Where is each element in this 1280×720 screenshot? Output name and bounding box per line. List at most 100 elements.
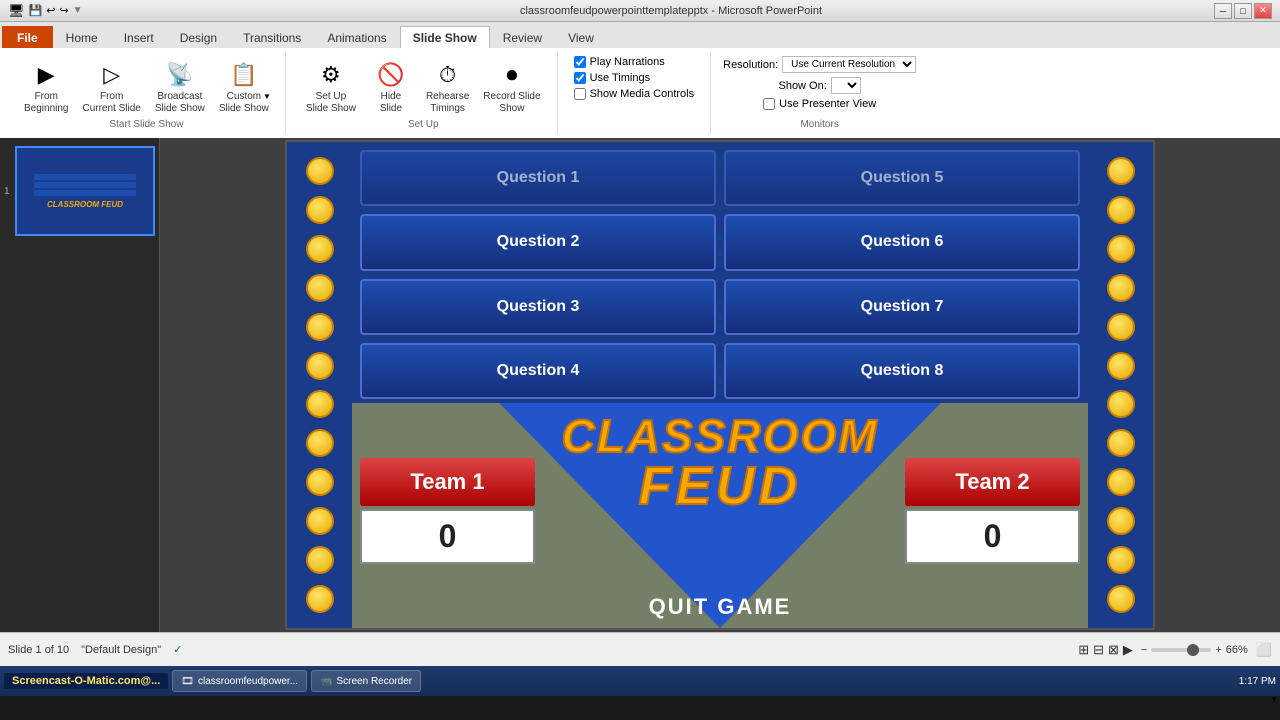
- dot: [306, 390, 334, 418]
- zoom-slider[interactable]: [1151, 648, 1211, 652]
- powerpoint-icon: 🎞: [181, 676, 194, 687]
- screencast-button[interactable]: Screencast-O-Matic.com@...: [4, 673, 168, 689]
- dot: [1107, 585, 1135, 613]
- slide-panel: Question 1 Question 5 Question 2 Questio…: [160, 138, 1280, 632]
- tab-transitions[interactable]: Transitions: [230, 26, 314, 48]
- slide-thumbnail-1[interactable]: CLASSROOM FEUD: [15, 146, 155, 236]
- slideshow-view-icon[interactable]: ▶: [1123, 642, 1133, 658]
- classroom-text: CLASSROOM: [562, 413, 879, 459]
- from-current-icon: ▷: [96, 59, 128, 91]
- resolution-label: Resolution:: [723, 59, 778, 71]
- custom-label: CustomSlide Show: [219, 91, 269, 115]
- setup-slideshow-button[interactable]: ⚙ Set UpSlide Show: [302, 57, 360, 117]
- powerpoint-taskbar-item[interactable]: 🎞 classroomfeudpower...: [172, 670, 307, 692]
- dot: [306, 468, 334, 496]
- normal-view-icon[interactable]: ⊞: [1078, 642, 1089, 658]
- tab-slideshow[interactable]: Slide Show: [400, 26, 490, 48]
- dot: [1107, 390, 1135, 418]
- from-current-label: FromCurrent Slide: [82, 91, 140, 115]
- from-beginning-button[interactable]: ▶ FromBeginning: [20, 57, 72, 117]
- from-beginning-icon: ▶: [30, 59, 62, 91]
- question-3-button[interactable]: Question 3: [360, 279, 716, 335]
- restore-button[interactable]: □: [1234, 3, 1252, 19]
- question-4-button[interactable]: Question 4: [360, 343, 716, 399]
- zoom-control: − + 66%: [1141, 644, 1248, 656]
- close-button[interactable]: ✕: [1254, 3, 1272, 19]
- dot: [306, 157, 334, 185]
- screen-recorder-taskbar-item[interactable]: 📹 Screen Recorder: [311, 670, 421, 692]
- zoom-plus-button[interactable]: +: [1215, 644, 1221, 656]
- ribbon-checkboxes: Play Narrations Use Timings Show Media C…: [562, 52, 707, 104]
- title-bar: 🖥 💾 ↩ ↪ ▼ classroomfeudpowerpointtemplat…: [0, 0, 1280, 22]
- use-timings-checkbox[interactable]: [574, 72, 586, 84]
- broadcast-label: BroadcastSlide Show: [155, 91, 205, 115]
- fit-slide-button[interactable]: ⬜: [1256, 642, 1272, 658]
- dot: [306, 196, 334, 224]
- dots-left: [287, 142, 352, 628]
- rehearse-timings-button[interactable]: ⏱ RehearseTimings: [422, 57, 473, 117]
- start-slideshow-group-label: Start Slide Show: [109, 117, 183, 130]
- question-7-button[interactable]: Question 7: [724, 279, 1080, 335]
- dot: [1107, 235, 1135, 263]
- ribbon-group-start-slideshow: ▶ FromBeginning ▷ FromCurrent Slide 📡 Br…: [8, 52, 286, 134]
- zoom-minus-button[interactable]: −: [1141, 644, 1147, 656]
- tab-animations[interactable]: Animations: [314, 26, 399, 48]
- tab-design[interactable]: Design: [167, 26, 230, 48]
- question-6-button[interactable]: Question 6: [724, 214, 1080, 270]
- questions-area: Question 1 Question 5 Question 2 Questio…: [352, 142, 1088, 407]
- qa-redo[interactable]: ↪: [59, 4, 68, 17]
- slide-info: Slide 1 of 10: [8, 644, 69, 656]
- game-area: CLASSROOM FEUD Team 1 Team 2 0 0 QUIT GA…: [352, 403, 1088, 628]
- dot: [306, 274, 334, 302]
- dot: [306, 507, 334, 535]
- slide-sorter-icon[interactable]: ⊟: [1093, 642, 1104, 658]
- classroom-feud-title: CLASSROOM FEUD: [562, 413, 879, 513]
- custom-slideshow-button[interactable]: 📋 CustomSlide Show ▼: [215, 57, 273, 117]
- team1-button[interactable]: Team 1: [360, 458, 535, 506]
- resolution-select[interactable]: Use Current Resolution: [782, 56, 916, 73]
- question-5-button[interactable]: Question 5: [724, 150, 1080, 206]
- dot: [306, 546, 334, 574]
- tab-home[interactable]: Home: [53, 26, 111, 48]
- rehearse-label: RehearseTimings: [426, 91, 469, 115]
- show-media-controls-checkbox[interactable]: [574, 88, 586, 100]
- qa-save[interactable]: 💾: [29, 4, 43, 17]
- play-narrations-label: Play Narrations: [590, 56, 665, 68]
- reading-view-icon[interactable]: ⊠: [1108, 642, 1119, 658]
- dot: [1107, 352, 1135, 380]
- show-on-select[interactable]: [831, 77, 861, 94]
- play-narrations-checkbox[interactable]: [574, 56, 586, 68]
- question-8-button[interactable]: Question 8: [724, 343, 1080, 399]
- use-presenter-view-checkbox[interactable]: [763, 98, 775, 110]
- setup-label: Set UpSlide Show: [306, 91, 356, 115]
- ribbon-tabs: File Home Insert Design Transitions Anim…: [0, 22, 1280, 48]
- team2-button[interactable]: Team 2: [905, 458, 1080, 506]
- dot: [1107, 546, 1135, 574]
- hide-label: HideSlide: [380, 91, 402, 115]
- ribbon-group-setup: ⚙ Set UpSlide Show 🚫 HideSlide ⏱ Rehears…: [290, 52, 558, 134]
- minimize-button[interactable]: ─: [1214, 3, 1232, 19]
- dot: [1107, 429, 1135, 457]
- use-presenter-view-label: Use Presenter View: [779, 98, 876, 110]
- status-bar: Slide 1 of 10 "Default Design" ✓ ⊞ ⊟ ⊠ ▶…: [0, 632, 1280, 666]
- tab-file[interactable]: File: [2, 26, 53, 48]
- ribbon-content: ▶ FromBeginning ▷ FromCurrent Slide 📡 Br…: [0, 48, 1280, 138]
- tab-view[interactable]: View: [555, 26, 607, 48]
- qa-undo[interactable]: ↩: [46, 4, 55, 17]
- tab-insert[interactable]: Insert: [111, 26, 167, 48]
- dot: [306, 585, 334, 613]
- question-1-button[interactable]: Question 1: [360, 150, 716, 206]
- from-current-slide-button[interactable]: ▷ FromCurrent Slide: [78, 57, 144, 117]
- record-slideshow-button[interactable]: ⏺ Record SlideShow ▼: [479, 57, 544, 117]
- tab-review[interactable]: Review: [490, 26, 555, 48]
- team2-score: 0: [905, 509, 1080, 564]
- broadcast-slideshow-button[interactable]: 📡 BroadcastSlide Show: [151, 57, 209, 117]
- window-title: classroomfeudpowerpointtemplatepptx - Mi…: [128, 5, 1214, 17]
- dot: [1107, 196, 1135, 224]
- hide-slide-button[interactable]: 🚫 HideSlide: [366, 57, 416, 117]
- dots-right: [1088, 142, 1153, 628]
- question-2-button[interactable]: Question 2: [360, 214, 716, 270]
- quit-game-button[interactable]: QUIT GAME: [649, 594, 792, 620]
- dot: [306, 429, 334, 457]
- custom-icon: 📋: [228, 59, 260, 91]
